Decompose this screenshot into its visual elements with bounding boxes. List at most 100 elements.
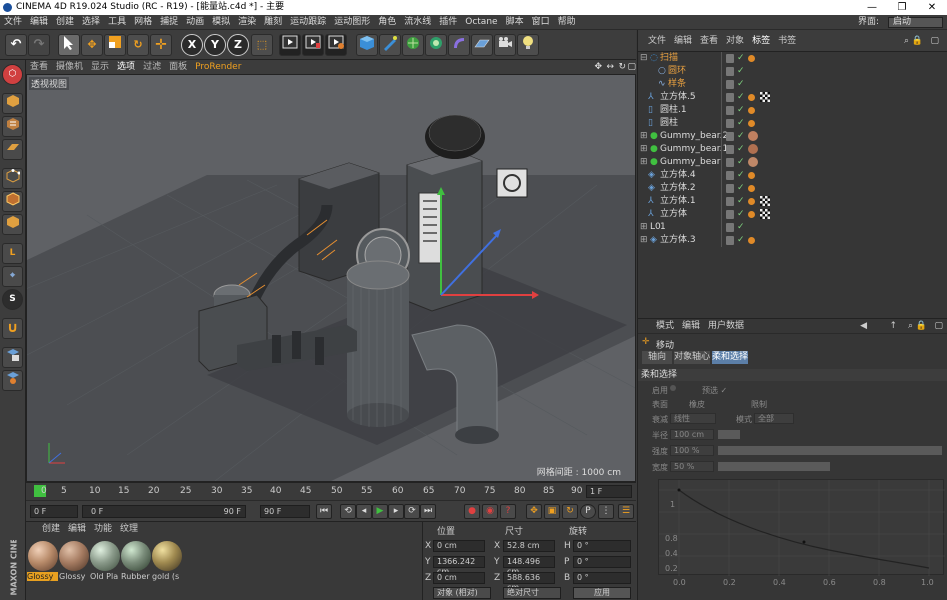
lock-icon[interactable]: 🔒	[908, 30, 927, 52]
obj-menu-edit[interactable]: 编辑	[670, 30, 696, 52]
material-swatch[interactable]	[121, 541, 151, 571]
size-mode-dropdown[interactable]: 绝对尺寸	[503, 587, 561, 599]
close-button[interactable]: ✕	[917, 0, 947, 15]
menu-file[interactable]: 文件	[0, 15, 26, 30]
edges-mode-icon[interactable]	[2, 191, 23, 212]
go-to-end-icon[interactable]: ⏭	[420, 504, 436, 519]
material-swatch[interactable]	[28, 541, 58, 571]
frame-range-slider[interactable]: 0 F 90 F	[82, 505, 246, 518]
cloner-icon[interactable]	[425, 34, 447, 56]
end-frame-field[interactable]: 90 F	[260, 505, 310, 518]
record-keyframe-icon[interactable]: ●	[464, 504, 480, 519]
coordinate-mode-dropdown[interactable]: 对象 (相对)	[433, 587, 491, 599]
x-size-field[interactable]: 52.8 cm	[503, 540, 555, 552]
menu-create[interactable]: 创建	[52, 15, 78, 30]
object-row[interactable]: ▯ 圆柱.1 ✓	[638, 104, 947, 117]
maximize-button[interactable]: ❐	[887, 0, 917, 15]
new-view-icon[interactable]: ▢	[926, 30, 943, 52]
go-to-start-icon[interactable]: ⏮	[316, 504, 332, 519]
render-settings-icon[interactable]	[325, 34, 347, 56]
menu-simulate[interactable]: 模拟	[208, 15, 234, 30]
menu-script[interactable]: 脚本	[502, 15, 528, 30]
deformer-icon[interactable]	[448, 34, 470, 56]
attr-menu-edit[interactable]: 编辑	[678, 321, 704, 331]
timeline-window-icon[interactable]: ☰	[618, 504, 634, 519]
x-axis-lock-icon[interactable]: X	[181, 34, 203, 56]
back-arrow-icon[interactable]: ◀	[860, 319, 867, 334]
material-label[interactable]: Rubber	[121, 572, 152, 581]
vp-menu-prorender[interactable]: ProRender	[191, 60, 245, 74]
object-row[interactable]: ⊞ ● Gummy_bear ✓	[638, 156, 947, 169]
tab-soft-selection[interactable]: 柔和选择	[712, 351, 748, 364]
obj-menu-object[interactable]: 对象	[722, 30, 748, 52]
object-row[interactable]: ▯ 圆柱 ✓	[638, 117, 947, 130]
vp-menu-options[interactable]: 选项	[113, 60, 139, 74]
make-editable-icon[interactable]: ⬡	[2, 64, 23, 85]
undo-icon[interactable]: ↶	[5, 34, 27, 56]
subdivision-surface-icon[interactable]	[402, 34, 424, 56]
width-field[interactable]: 50 %	[670, 461, 714, 472]
rotate-tool-icon[interactable]: ↻	[127, 34, 149, 56]
material-label[interactable]: gold (s	[152, 572, 183, 581]
obj-menu-file[interactable]: 文件	[644, 30, 670, 52]
live-select-icon[interactable]: ✛	[150, 34, 172, 56]
attr-lock-icon[interactable]: 🔒	[916, 319, 927, 334]
mat-menu-edit[interactable]: 编辑	[64, 522, 90, 536]
material-swatch[interactable]	[90, 541, 120, 571]
z-position-field[interactable]: 0 cm	[433, 572, 485, 584]
object-row[interactable]: ⅄ 立方体 ✓	[638, 208, 947, 221]
previous-frame-icon[interactable]: ◂	[356, 504, 372, 519]
vp-menu-filter[interactable]: 过滤	[139, 60, 165, 74]
strength-field[interactable]: 100 %	[670, 445, 714, 456]
p-rotation-field[interactable]: 0 °	[573, 556, 631, 568]
floor-icon[interactable]	[471, 34, 493, 56]
current-frame-field[interactable]: 1 F	[586, 485, 632, 498]
obj-menu-bookmarks[interactable]: 书签	[774, 30, 800, 52]
object-row[interactable]: ◈ 立方体.4 ✓	[638, 169, 947, 182]
layout-dropdown[interactable]: 启动	[888, 17, 943, 28]
menu-tools[interactable]: 工具	[104, 15, 130, 30]
polygons-mode-icon[interactable]	[2, 214, 23, 235]
vp-menu-display[interactable]: 显示	[87, 60, 113, 74]
apply-button[interactable]: 应用	[573, 587, 631, 599]
perspective-viewport[interactable]: 透视视图 网格间距: 1000 cm	[26, 74, 636, 482]
key-rotation-icon[interactable]: ↻	[562, 504, 578, 519]
object-row[interactable]: ◈ 立方体.2 ✓	[638, 182, 947, 195]
h-rotation-field[interactable]: 0 °	[573, 540, 631, 552]
b-rotation-field[interactable]: 0 °	[573, 572, 631, 584]
menu-window[interactable]: 窗口	[528, 15, 554, 30]
material-swatch[interactable]	[152, 541, 182, 571]
mat-menu-create[interactable]: 创建	[38, 522, 64, 536]
menu-edit[interactable]: 编辑	[26, 15, 52, 30]
radius-slider[interactable]	[718, 430, 740, 439]
object-row[interactable]: ⊞ ● Gummy_bear.2 ✓	[638, 130, 947, 143]
material-label[interactable]: Glossy	[59, 572, 90, 581]
menu-animate[interactable]: 动画	[182, 15, 208, 30]
z-axis-lock-icon[interactable]: Z	[227, 34, 249, 56]
planar-workplane-icon[interactable]	[2, 370, 23, 391]
light-icon[interactable]	[517, 34, 539, 56]
menu-motion-tracking[interactable]: 运动跟踪	[286, 15, 330, 30]
attr-menu-mode[interactable]: 模式	[652, 321, 678, 331]
key-position-icon[interactable]: ✥	[526, 504, 542, 519]
object-row[interactable]: ⊞ ◈ 立方体.3 ✓	[638, 234, 947, 247]
start-frame-field[interactable]: 0 F	[30, 505, 78, 518]
scale-tool-icon[interactable]	[104, 34, 126, 56]
attr-search-icon[interactable]: ⌕	[908, 319, 913, 334]
tab-object-axis[interactable]: 对象轴心	[674, 351, 710, 364]
y-size-field[interactable]: 148.496 cm	[503, 556, 555, 576]
obj-menu-view[interactable]: 查看	[696, 30, 722, 52]
menu-mograph[interactable]: 运动图形	[330, 15, 374, 30]
object-row[interactable]: ⊟ ◌ 扫描 ✓	[638, 52, 947, 65]
points-mode-icon[interactable]	[2, 168, 23, 189]
tab-axis[interactable]: 轴向	[642, 351, 672, 364]
strength-slider[interactable]	[718, 446, 942, 455]
mat-menu-function[interactable]: 功能	[90, 522, 116, 536]
y-position-field[interactable]: 1366.242 cm	[433, 556, 485, 576]
obj-menu-tags[interactable]: 标签	[748, 30, 774, 52]
key-parameter-icon[interactable]: P	[580, 504, 596, 519]
autokey-icon[interactable]: ◉	[482, 504, 498, 519]
radius-field[interactable]: 100 cm	[670, 429, 714, 440]
width-slider[interactable]	[718, 462, 830, 471]
mat-menu-texture[interactable]: 纹理	[116, 522, 142, 536]
